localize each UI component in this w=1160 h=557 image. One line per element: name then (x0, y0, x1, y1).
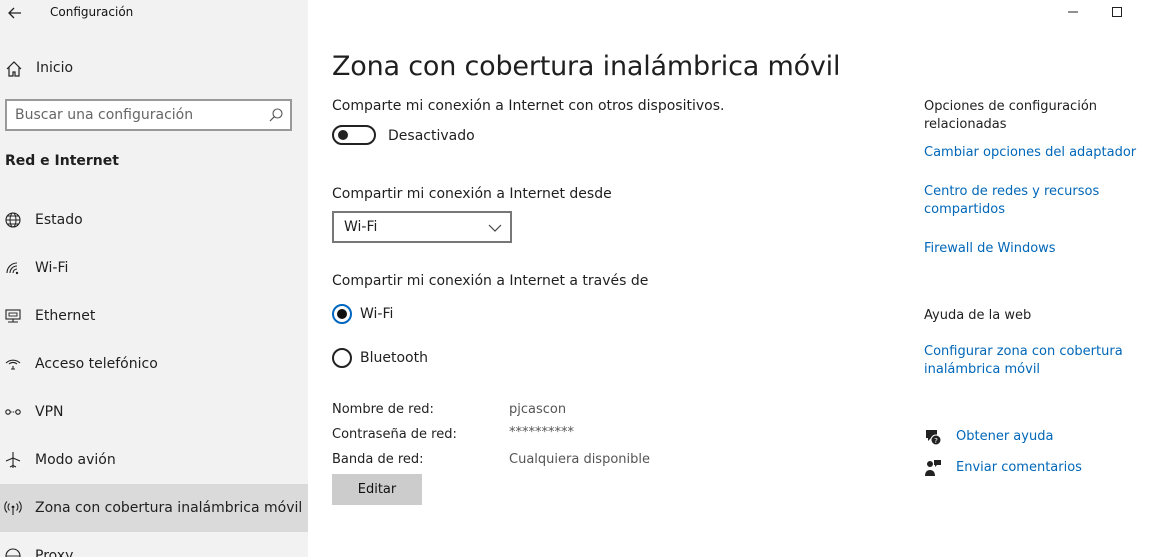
password-label: Contraseña de red: (332, 427, 457, 442)
sidebar: Configuración Inicio Red e Internet Esta… (0, 0, 308, 557)
globe-icon (5, 212, 21, 228)
sidebar-item-wifi[interactable]: Wi-Fi (0, 244, 308, 292)
feedback-icon (925, 460, 941, 476)
hotspot-icon (4, 501, 22, 515)
app-title: Configuración (50, 5, 134, 19)
share-via-label: Compartir mi conexión a Internet a travé… (332, 273, 649, 289)
sidebar-item-zona-cobertura[interactable]: Zona con cobertura inalámbrica móvil (0, 484, 308, 532)
send-feedback-link[interactable]: Enviar comentarios (956, 460, 1082, 475)
share-from-select[interactable]: Wi-Fi (332, 211, 512, 243)
search-icon[interactable] (268, 107, 284, 123)
toggle-knob (338, 130, 348, 140)
radio-bluetooth-label[interactable]: Bluetooth (360, 350, 428, 366)
sidebar-item-acceso-telefonico[interactable]: Acceso telefónico (0, 340, 308, 388)
main-content: Zona con cobertura inalámbrica móvil Com… (308, 0, 1160, 557)
nav-list: Estado Wi-Fi Ethernet Acceso telefónico … (0, 196, 308, 557)
sidebar-item-modo-avion[interactable]: Modo avión (0, 436, 308, 484)
sidebar-item-label: Proxy (35, 548, 74, 557)
globe-icon (5, 548, 21, 557)
radio-wifi[interactable] (332, 304, 352, 324)
link-network-center[interactable]: Centro de redes y recursos compartidos (924, 183, 1114, 219)
sidebar-item-label: Zona con cobertura inalámbrica móvil (35, 500, 303, 516)
band-value: Cualquiera disponible (509, 452, 650, 467)
nav-home-label: Inicio (36, 60, 74, 76)
sidebar-item-label: VPN (35, 404, 64, 420)
wifi-icon (6, 262, 19, 275)
web-help-heading: Ayuda de la web (924, 308, 1032, 323)
svg-text:?: ? (934, 437, 938, 445)
page-title: Zona con cobertura inalámbrica móvil (332, 51, 841, 82)
home-icon (6, 61, 22, 77)
radio-dot (337, 309, 347, 319)
search-input[interactable] (15, 105, 265, 125)
sidebar-item-label: Acceso telefónico (35, 356, 158, 372)
ethernet-icon (5, 309, 21, 323)
link-firewall[interactable]: Firewall de Windows (924, 240, 1154, 258)
sidebar-item-label: Wi-Fi (35, 260, 69, 276)
related-heading: Opciones de configuración relacionadas (924, 99, 1098, 132)
sidebar-item-label: Modo avión (35, 452, 116, 468)
chevron-down-icon (488, 224, 502, 232)
nav-home[interactable]: Inicio (0, 52, 308, 86)
link-adapter-options[interactable]: Cambiar opciones del adaptador (924, 144, 1154, 162)
toggle-state-label: Desactivado (388, 128, 475, 144)
maximize-icon[interactable] (1105, 3, 1129, 21)
back-arrow-icon (8, 7, 21, 19)
password-value: ********** (509, 425, 574, 440)
link-configure-hotspot[interactable]: Configurar zona con cobertura inalámbric… (924, 343, 1139, 379)
share-label: Comparte mi conexión a Internet con otro… (332, 98, 725, 114)
help-icon: ? (926, 430, 942, 446)
sidebar-item-vpn[interactable]: VPN (0, 388, 308, 436)
search-box[interactable] (5, 99, 292, 131)
network-name-label: Nombre de red: (332, 402, 434, 417)
airplane-icon (5, 452, 21, 468)
hotspot-toggle[interactable] (332, 125, 376, 145)
sidebar-item-label: Estado (35, 212, 83, 228)
minimize-icon[interactable] (1061, 3, 1085, 21)
sidebar-item-label: Ethernet (35, 308, 96, 324)
sidebar-item-estado[interactable]: Estado (0, 196, 308, 244)
dialup-icon (5, 359, 21, 370)
network-name-value: pjcascon (509, 402, 567, 417)
share-from-label: Compartir mi conexión a Internet desde (332, 186, 612, 202)
band-label: Banda de red: (332, 452, 424, 467)
vpn-icon (5, 409, 21, 415)
back-button[interactable] (2, 0, 28, 26)
get-help-link[interactable]: Obtener ayuda (956, 429, 1053, 444)
radio-wifi-label[interactable]: Wi-Fi (360, 306, 393, 322)
sidebar-item-ethernet[interactable]: Ethernet (0, 292, 308, 340)
radio-bluetooth[interactable] (332, 348, 352, 368)
share-from-value: Wi-Fi (344, 219, 378, 235)
section-title: Red e Internet (5, 153, 119, 169)
sidebar-item-proxy[interactable]: Proxy (0, 532, 308, 557)
edit-button[interactable]: Editar (332, 474, 422, 505)
